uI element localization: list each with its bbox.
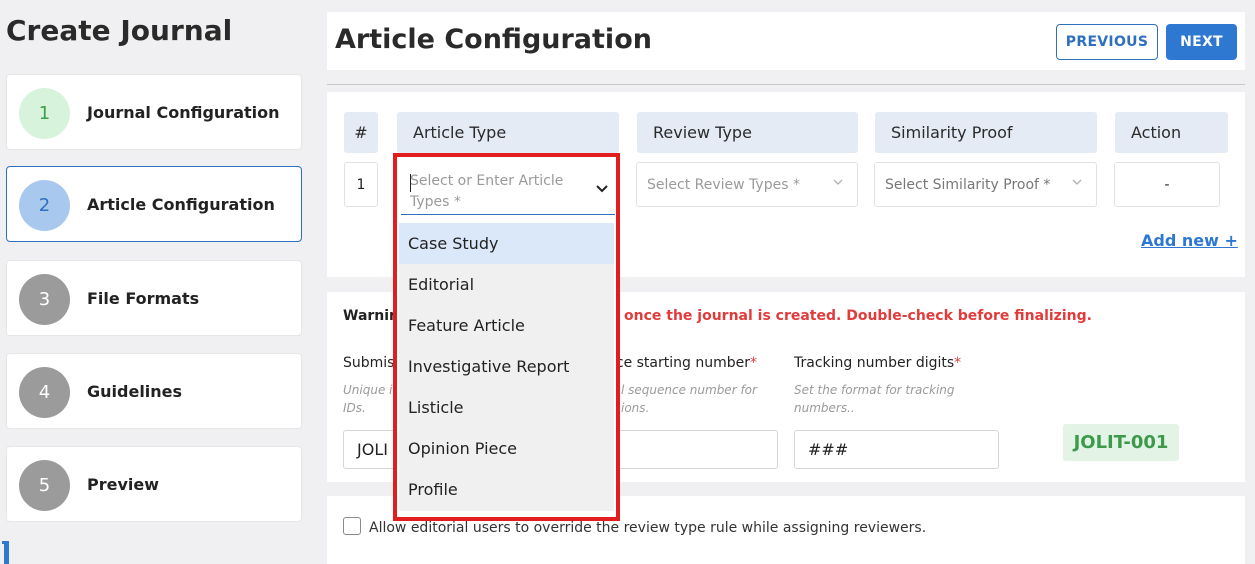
next-button[interactable]: NEXT [1166,24,1237,60]
option-opinion-piece[interactable]: Opinion Piece [399,428,614,469]
tracking-id-preview: JOLIT-001 [1063,424,1179,461]
submission-id-label: Submis [343,355,395,371]
hint-line: numbers.. [794,401,855,415]
article-type-options: Case Study Editorial Feature Article Inv… [399,223,614,511]
step-article-configuration[interactable]: 2 Article Configuration [6,166,302,242]
similarity-proof-placeholder: Select Similarity Proof * [885,176,1051,193]
tracking-digits-hint: Set the format for tracking numbers.. [794,381,955,417]
hint-line: ions. [621,401,650,415]
divider [327,84,1245,85]
tracking-digits-input[interactable]: ### [794,430,999,469]
row-index: 1 [344,162,378,207]
sequence-number-input[interactable] [607,430,778,469]
step-label: Preview [87,474,160,494]
article-type-dropdown[interactable]: Select or Enter Article Types * Case Stu… [393,153,620,521]
step-preview[interactable]: 5 Preview [6,446,302,522]
sequence-number-hint: l sequence number for ions. [621,381,757,417]
warning-prefix: Warnin [343,308,400,324]
section-title: Article Configuration [335,24,652,55]
article-type-select[interactable]: Select or Enter Article Types * [401,163,615,215]
chevron-down-icon[interactable] [595,183,609,195]
sequence-number-label: nce starting number* [607,355,757,371]
hint-line: IDs. [343,401,366,415]
review-type-placeholder: Select Review Types * [647,176,800,193]
submission-id-hint: Unique i IDs. [343,381,392,417]
step-number: 3 [19,274,70,325]
option-case-study[interactable]: Case Study [399,223,614,264]
column-header-similarity-proof: Similarity Proof [875,112,1097,153]
similarity-proof-select[interactable]: Select Similarity Proof * [874,162,1097,207]
chevron-down-icon [833,179,843,185]
step-label: File Formats [87,288,200,308]
column-header-review-type: Review Type [637,112,858,153]
row-action[interactable]: - [1114,162,1220,207]
page-title: Create Journal [6,14,233,47]
option-feature-article[interactable]: Feature Article [399,305,614,346]
option-editorial[interactable]: Editorial [399,264,614,305]
previous-button[interactable]: PREVIOUS [1056,24,1158,60]
step-file-formats[interactable]: 3 File Formats [6,260,302,336]
step-number: 5 [19,460,70,511]
override-checkbox[interactable] [343,517,361,535]
step-number: 1 [19,88,70,139]
column-header-index: # [344,112,378,153]
step-number: 2 [19,180,70,231]
step-label: Article Configuration [87,194,275,214]
step-number: 4 [19,367,70,418]
chevron-down-icon [1072,179,1082,185]
step-journal-configuration[interactable]: 1 Journal Configuration [6,74,302,150]
step-label: Journal Configuration [87,102,280,122]
option-listicle[interactable]: Listicle [399,387,614,428]
article-type-placeholder: Select or Enter Article Types * [410,173,564,210]
hint-line: Set the format for tracking [794,383,955,397]
override-label: Allow editorial users to override the re… [369,520,927,536]
column-header-article-type: Article Type [397,112,619,153]
add-new-link[interactable]: Add new + [1141,231,1238,250]
hint-line: Unique i [343,383,393,397]
tracking-digits-label-text: Tracking number digits [794,355,955,371]
cursor-marker-icon [2,541,9,564]
header-bar: Article Configuration PREVIOUS NEXT [327,12,1245,70]
option-investigative-report[interactable]: Investigative Report [399,346,614,387]
step-label: Guidelines [87,381,183,401]
hint-line: l sequence number for [621,383,757,397]
review-type-select[interactable]: Select Review Types * [636,162,858,207]
tracking-digits-label: Tracking number digits* [794,355,962,371]
step-guidelines[interactable]: 4 Guidelines [6,353,302,429]
option-profile[interactable]: Profile [399,469,614,510]
warning-message: once the journal is created. Double-chec… [624,308,1092,324]
sequence-number-label-text: nce starting number [607,355,750,371]
column-header-action: Action [1115,112,1228,153]
